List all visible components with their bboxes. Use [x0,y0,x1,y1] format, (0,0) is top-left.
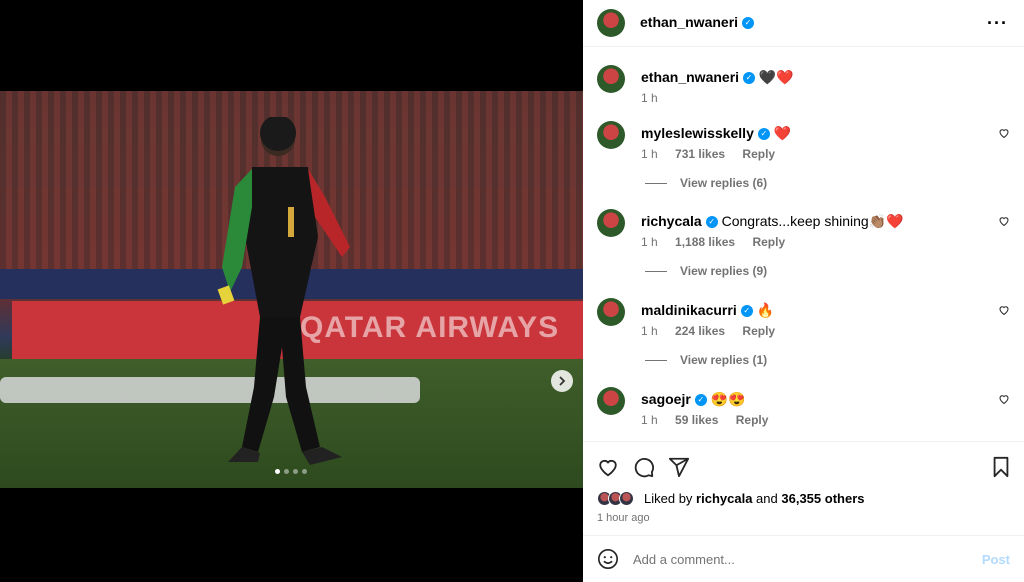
comment-text: 😍😍 [710,391,746,407]
commenter-username[interactable]: maldinikacurri [641,302,737,318]
comment-likes[interactable]: 1,188 likes [675,235,735,249]
verified-icon: ✓ [742,16,755,29]
comment-likes[interactable]: 224 likes [675,324,725,338]
carousel-dot [284,469,289,474]
commenter-avatar[interactable] [597,298,625,326]
heart-icon[interactable] [597,456,619,478]
liked-by-user[interactable]: richycala [696,491,752,506]
comment-likes[interactable]: 731 likes [675,147,725,161]
likes-prefix: Liked by [644,491,693,506]
comment-icon[interactable] [633,456,655,478]
verified-icon: ✓ [740,305,753,318]
comment-input[interactable] [633,551,963,567]
likes-others[interactable]: 36,355 others [781,491,864,506]
post-media: QATAR AIRWAYS [0,0,583,582]
view-replies-button[interactable]: View replies (9) [645,264,767,278]
verified-icon: ✓ [694,394,707,407]
heart-icon[interactable] [998,304,1010,316]
comment-time: 1 h [641,413,658,427]
verified-icon: ✓ [705,216,718,229]
comment-item: maldinikacurri ✓ 🔥 1 h 224 likes Reply [597,298,1012,338]
comment-time: 1 h [641,324,658,338]
post-header: ethan_nwaneri ✓ ··· [583,0,1024,47]
bookmark-icon[interactable] [990,456,1012,478]
share-icon[interactable] [668,456,690,478]
comments-list: ethan_nwaneri ✓ 🖤❤️ 1 h myleslewisskelly ✓… [583,47,1024,441]
commenter-username[interactable]: sagoejr [641,391,691,407]
comment-text: ❤️ [773,125,792,141]
reply-button[interactable]: Reply [742,147,775,161]
post-actions: Liked by richycala and 36,355 others 1 h… [583,441,1024,535]
caption: ethan_nwaneri ✓ 🖤❤️ 1 h [597,65,1012,105]
post-timestamp[interactable]: 1 hour ago [597,512,650,524]
more-options-icon[interactable]: ··· [987,13,1008,34]
author-avatar[interactable] [597,65,625,93]
commenter-avatar[interactable] [597,121,625,149]
commenter-username[interactable]: richycala [641,213,702,229]
heart-icon[interactable] [998,127,1010,139]
verified-icon: ✓ [743,72,756,85]
emoji-icon[interactable] [597,548,619,570]
comment-text: Congrats...keep shining👏🏽❤️ [721,213,904,229]
carousel-indicator [275,469,307,474]
reply-button[interactable]: Reply [736,413,769,427]
commenter-username[interactable]: myleslewisskelly [641,125,754,141]
comment-time: 1 h [641,235,658,249]
commenter-avatar[interactable] [597,387,625,415]
caption-username[interactable]: ethan_nwaneri [641,69,739,85]
carousel-dot [275,469,280,474]
comment-time: 1 h [641,147,658,161]
post-button[interactable]: Post [982,552,1010,567]
comment-likes[interactable]: 59 likes [675,413,718,427]
comment-item: myleslewisskelly ✓ ❤️ 1 h 731 likes Reply [597,121,1012,161]
view-replies-button[interactable]: View replies (6) [645,176,767,190]
liker-avatars [597,491,634,506]
post-sidebar: ethan_nwaneri ✓ ··· ethan_nwaneri ✓ 🖤❤️ 1 … [583,0,1024,582]
avatar [619,491,634,506]
post-photo: QATAR AIRWAYS [0,91,583,488]
caption-text: 🖤❤️ [758,69,794,85]
player-figure [217,117,350,465]
verified-icon: ✓ [757,128,770,141]
author-avatar[interactable] [597,9,625,37]
reply-button[interactable]: Reply [752,235,785,249]
carousel-dot [302,469,307,474]
comment-item: richycala ✓ Congrats...keep shining👏🏽❤️ 1… [597,209,1012,249]
author-username[interactable]: ethan_nwaneri ✓ [640,14,755,32]
heart-icon[interactable] [998,393,1010,405]
comment-text: 🔥 [756,302,775,318]
caption-time: 1 h [641,91,658,105]
commenter-avatar[interactable] [597,209,625,237]
heart-icon[interactable] [998,215,1010,227]
chevron-right-icon [559,376,566,386]
likes-and: and [756,491,778,506]
view-replies-button[interactable]: View replies (1) [645,353,767,367]
comment-item: sagoejr ✓ 😍😍 1 h 59 likes Reply [597,387,1012,427]
add-comment-bar: Post [583,535,1024,582]
carousel-next-button[interactable] [551,370,573,392]
likes-summary: Liked by richycala and 36,355 others [597,491,864,506]
reply-button[interactable]: Reply [742,324,775,338]
carousel-dot [293,469,298,474]
